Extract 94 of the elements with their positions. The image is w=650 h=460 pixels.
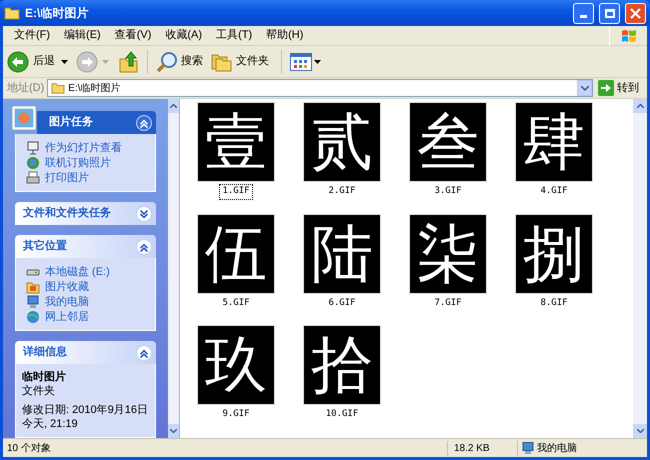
file-name[interactable]: 3.GIF [431,184,465,200]
file-name[interactable]: 8.GIF [537,296,571,311]
task-link[interactable]: 图片收藏 [45,280,89,294]
panel-header[interactable]: 详细信息 [15,341,156,364]
search-button[interactable]: 搜索 [156,50,207,72]
up-folder-icon[interactable] [119,50,139,72]
menu-item[interactable]: 收藏(A) [158,27,210,44]
windows-logo-icon [620,28,636,42]
maximize-button[interactable] [599,2,620,24]
scroll-up-icon[interactable] [170,104,177,108]
menu-item[interactable]: 文件(F) [7,27,58,44]
task-link[interactable]: 作为幻灯片查看 [45,140,122,154]
address-field[interactable]: E:\临时图片 [47,79,593,97]
address-label: 地址(D) [7,80,44,96]
panel-header[interactable]: 文件和文件夹任务 [15,202,156,225]
glyph-image-text: 壹 [205,107,267,177]
computer-icon [26,294,40,308]
folder-icon [51,82,66,94]
glyph-image-text: 陆 [311,218,373,288]
detail-text: 今天, 21:19 [22,417,79,431]
task-link[interactable]: 我的电脑 [45,294,89,308]
glyph-image-text: 玖 [205,330,267,400]
glyph-image-text: 伍 [205,218,267,288]
detail-text: 修改日期: 2010年9月16日 [22,403,149,417]
folders-button[interactable]: 文件夹 [211,52,273,72]
globe-icon [26,310,40,324]
thumbnail[interactable]: 壹 [197,102,275,182]
monitor-icon [26,140,40,154]
file-name[interactable]: 10.GIF [322,407,362,422]
collapse-button[interactable] [136,114,152,130]
close-button[interactable] [625,2,646,24]
task-link[interactable]: 本地磁盘 (E:) [45,264,110,278]
folders-icon [211,52,233,72]
file-name[interactable]: 6.GIF [325,296,359,311]
printer-icon [26,170,40,184]
collapse-button[interactable] [136,238,152,254]
detail-text: 临时图片 [22,370,67,384]
thumbnail[interactable]: 陆 [303,214,381,294]
status-text: 我的电脑 [537,442,577,456]
glyph-image-text: 捌 [523,218,585,288]
thumbnail[interactable]: 贰 [303,102,381,182]
dropdown-arrow-icon[interactable] [61,60,68,64]
thumbnail[interactable]: 肆 [515,102,593,182]
go-button[interactable]: 转到 [596,80,643,96]
file-name[interactable]: 7.GIF [431,296,465,311]
computer-icon [522,442,534,454]
back-button[interactable]: 后退 [7,50,57,72]
views-icon [290,52,312,70]
dropdown-button[interactable] [577,80,592,96]
expand-button[interactable] [136,206,152,222]
glyph-image-text: 拾 [311,330,373,400]
scroll-up-icon[interactable] [636,104,644,108]
collapse-button[interactable] [136,344,152,360]
thumbnail[interactable]: 拾 [303,325,381,405]
thumbnail[interactable]: 捌 [515,214,593,294]
file-name[interactable]: 5.GIF [219,296,253,311]
dropdown-arrow-icon [314,60,321,64]
task-link[interactable]: 联机订购照片 [45,156,111,170]
panel-header[interactable]: 图片任务 [37,111,156,134]
panel-header[interactable]: 其它位置 [15,235,156,258]
task-link[interactable]: 网上邻居 [45,310,89,324]
window-title: E:\临时图片 [25,5,90,22]
file-name[interactable]: 4.GIF [537,184,571,200]
photo-icon [11,105,37,131]
menu-item[interactable]: 编辑(E) [57,27,108,44]
glyph-image-text: 叁 [417,107,479,177]
folder-icon [4,6,20,20]
globe-icon [26,156,40,170]
thumbnail[interactable]: 伍 [197,214,275,294]
file-name[interactable]: 1.GIF [219,184,253,200]
menu-item[interactable]: 工具(T) [209,27,260,44]
minimize-button[interactable] [573,2,594,24]
thumbnail[interactable]: 叁 [409,102,487,182]
views-button[interactable] [290,52,321,70]
menu-item[interactable]: 查看(V) [108,27,158,44]
scroll-down-icon[interactable] [636,429,644,433]
status-text: 10 个对象 [6,442,52,456]
search-icon [156,50,178,72]
folder-icon [26,280,40,294]
task-link[interactable]: 打印图片 [45,170,89,184]
scrollbar[interactable] [633,99,647,438]
thumbnail[interactable]: 玖 [197,325,275,405]
glyph-image-text: 柒 [417,218,479,288]
file-name[interactable]: 2.GIF [325,184,359,200]
glyph-image-text: 肆 [523,107,585,177]
status-text: 18.2 KB [447,440,517,456]
file-name[interactable]: 9.GIF [219,407,253,422]
thumbnail[interactable]: 柒 [409,214,487,294]
close-icon [630,8,641,18]
scrollbar[interactable] [168,99,180,438]
scroll-down-icon[interactable] [170,429,177,433]
menu-item[interactable]: 帮助(H) [259,27,310,44]
glyph-image-text: 贰 [311,107,373,177]
detail-text: 文件夹 [22,384,56,398]
